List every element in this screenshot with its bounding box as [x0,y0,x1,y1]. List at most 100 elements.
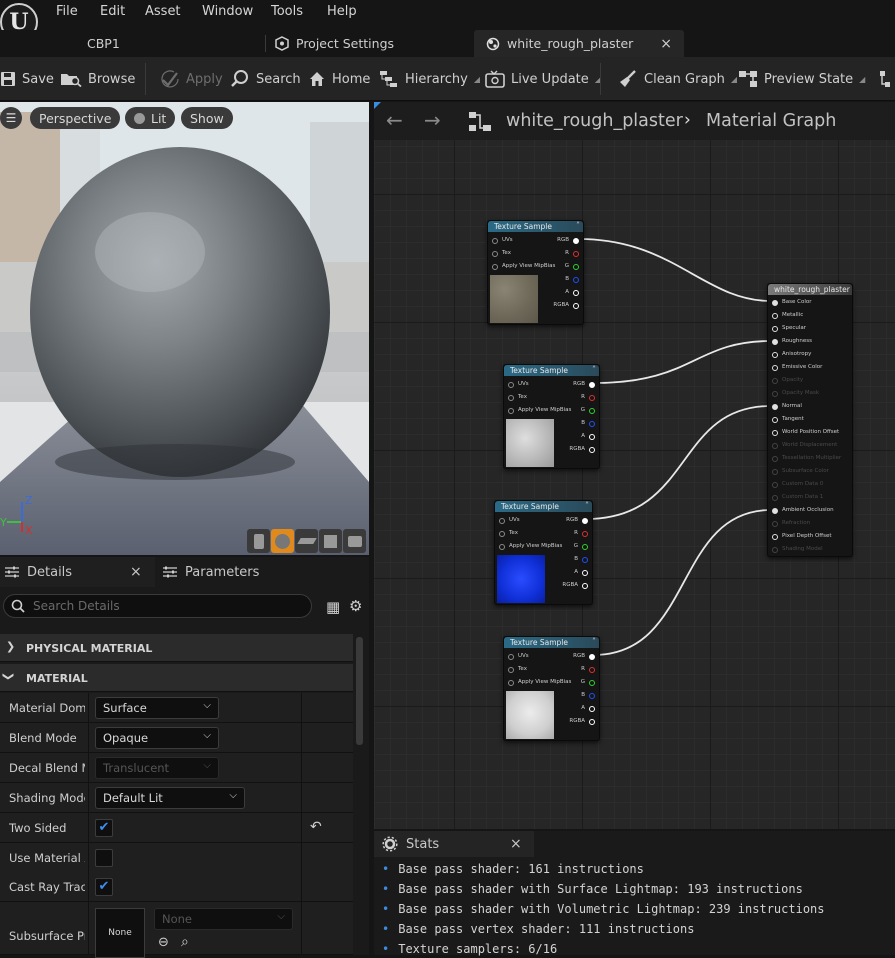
output-pin-icon[interactable] [582,531,588,537]
details-scrollbar[interactable] [356,637,363,745]
material-input-pin-icon[interactable] [772,378,778,384]
perspective-button[interactable]: Perspective [30,107,121,129]
forward-arrow-icon[interactable]: → [424,108,441,132]
menu-file[interactable]: File [56,4,78,19]
cube-preview-button[interactable] [319,529,342,553]
menu-help[interactable]: Help [327,4,357,19]
search-button[interactable]: Search [230,57,301,101]
texture-sample-node[interactable]: Texture Sample ˄ UVs Tex Apply View MipBias R… [487,220,584,325]
tab-cbp1[interactable]: CBP1 [87,30,120,57]
input-pin-icon[interactable] [492,264,498,270]
material-input-pin-icon[interactable] [772,456,778,462]
output-pin-icon[interactable] [582,518,588,524]
preview-viewport[interactable]: ☰ Perspective Lit Show Z X Y [0,102,369,555]
sphere-preview-button[interactable] [271,529,294,553]
output-pin-icon[interactable] [582,557,588,563]
input-pin-icon[interactable] [508,667,514,673]
material-input-pin-icon[interactable] [772,430,778,436]
back-arrow-icon[interactable]: ← [386,108,403,132]
output-pin-icon[interactable] [589,408,595,414]
material-input-pin-icon[interactable] [772,300,778,306]
input-pin-icon[interactable] [508,680,514,686]
output-pin-icon[interactable] [589,654,595,660]
tab-details[interactable]: Details × [0,557,155,587]
input-pin-icon[interactable] [508,408,514,414]
browse-button[interactable]: Browse [60,57,135,101]
input-pin-icon[interactable] [499,531,505,537]
input-pin-icon[interactable] [492,251,498,257]
close-icon[interactable]: × [510,836,522,852]
more-tools-button[interactable] [876,57,892,101]
menu-asset[interactable]: Asset [145,4,181,19]
browse-search-icon[interactable]: ⌕ [181,934,189,950]
hierarchy-button[interactable]: Hierarchy ◢ [379,57,480,101]
output-pin-icon[interactable] [589,382,595,388]
output-pin-icon[interactable] [589,667,595,673]
output-pin-icon[interactable] [589,421,595,427]
details-search-input[interactable]: Search Details [3,594,312,618]
texture-sample-node[interactable]: Texture Sample ˄ UVs Tex Apply View MipBias R… [503,364,600,469]
material-input-pin-icon[interactable] [772,482,778,488]
tab-stats[interactable]: Stats × [374,831,534,857]
material-input-pin-icon[interactable] [772,417,778,423]
input-pin-icon[interactable] [508,382,514,388]
output-pin-icon[interactable] [582,544,588,550]
plane-preview-button[interactable] [295,529,318,553]
input-pin-icon[interactable] [492,238,498,244]
menu-tools[interactable]: Tools [271,4,303,19]
texture-sample-node[interactable]: Texture Sample ˄ UVs Tex Apply View MipBias R… [503,636,600,741]
cylinder-preview-button[interactable] [247,529,270,553]
collapse-caret-icon[interactable]: ˄ [592,638,596,646]
use-material-attributes-checkbox[interactable] [95,849,113,867]
subsurface-profile-thumbnail[interactable]: None [95,908,145,958]
two-sided-checkbox[interactable]: ✔ [95,819,113,837]
tab-parameters[interactable]: Parameters [162,557,259,587]
material-input-pin-icon[interactable] [772,404,778,410]
input-pin-icon[interactable] [508,654,514,660]
section-physical-material[interactable]: ❯ PHYSICAL MATERIAL [0,634,353,662]
output-pin-icon[interactable] [589,719,595,725]
material-input-pin-icon[interactable] [772,547,778,553]
texture-sample-node[interactable]: Texture Sample ˄ UVs Tex Apply View MipBias R… [494,500,593,605]
material-input-pin-icon[interactable] [772,534,778,540]
output-pin-icon[interactable] [589,693,595,699]
output-pin-icon[interactable] [582,570,588,576]
lit-button[interactable]: Lit [125,107,176,129]
output-pin-icon[interactable] [573,238,579,244]
material-input-pin-icon[interactable] [772,469,778,475]
material-input-pin-icon[interactable] [772,443,778,449]
output-pin-icon[interactable] [573,303,579,309]
material-input-pin-icon[interactable] [772,339,778,345]
tab-project-settings[interactable]: Project Settings [274,30,394,57]
breadcrumb-graph[interactable]: Material Graph [706,111,836,131]
collapse-caret-icon[interactable]: ˄ [585,502,589,510]
apply-button[interactable]: Apply [160,57,223,101]
preview-state-button[interactable]: Preview State ◢ [738,57,865,101]
gear-icon[interactable]: ⚙ [349,597,362,615]
output-pin-icon[interactable] [573,290,579,296]
output-pin-icon[interactable] [589,434,595,440]
collapse-caret-icon[interactable]: ˄ [576,222,580,230]
material-input-pin-icon[interactable] [772,326,778,332]
material-input-pin-icon[interactable] [772,313,778,319]
material-input-pin-icon[interactable] [772,521,778,527]
clean-graph-button[interactable]: Clean Graph ◢ [618,57,737,101]
output-pin-icon[interactable] [573,264,579,270]
output-pin-icon[interactable] [573,277,579,283]
cast-ray-traced-shadows-checkbox[interactable]: ✔ [95,878,113,896]
use-selected-arrow-icon[interactable]: ⊖ [158,935,169,950]
material-input-pin-icon[interactable] [772,508,778,514]
menu-window[interactable]: Window [202,4,253,19]
material-input-pin-icon[interactable] [772,365,778,371]
output-pin-icon[interactable] [582,583,588,589]
material-input-pin-icon[interactable] [772,495,778,501]
input-pin-icon[interactable] [508,395,514,401]
material-input-pin-icon[interactable] [772,391,778,397]
collapse-caret-icon[interactable]: ˄ [592,366,596,374]
home-button[interactable]: Home [308,57,370,101]
section-material[interactable]: ❯ MATERIAL [0,664,353,692]
menu-edit[interactable]: Edit [100,4,125,19]
shading-model-combo[interactable]: Default Lit ⌵ [95,787,245,809]
live-update-button[interactable]: Live Update ◢ [485,57,601,101]
material-domain-combo[interactable]: Surface ⌵ [95,697,219,719]
